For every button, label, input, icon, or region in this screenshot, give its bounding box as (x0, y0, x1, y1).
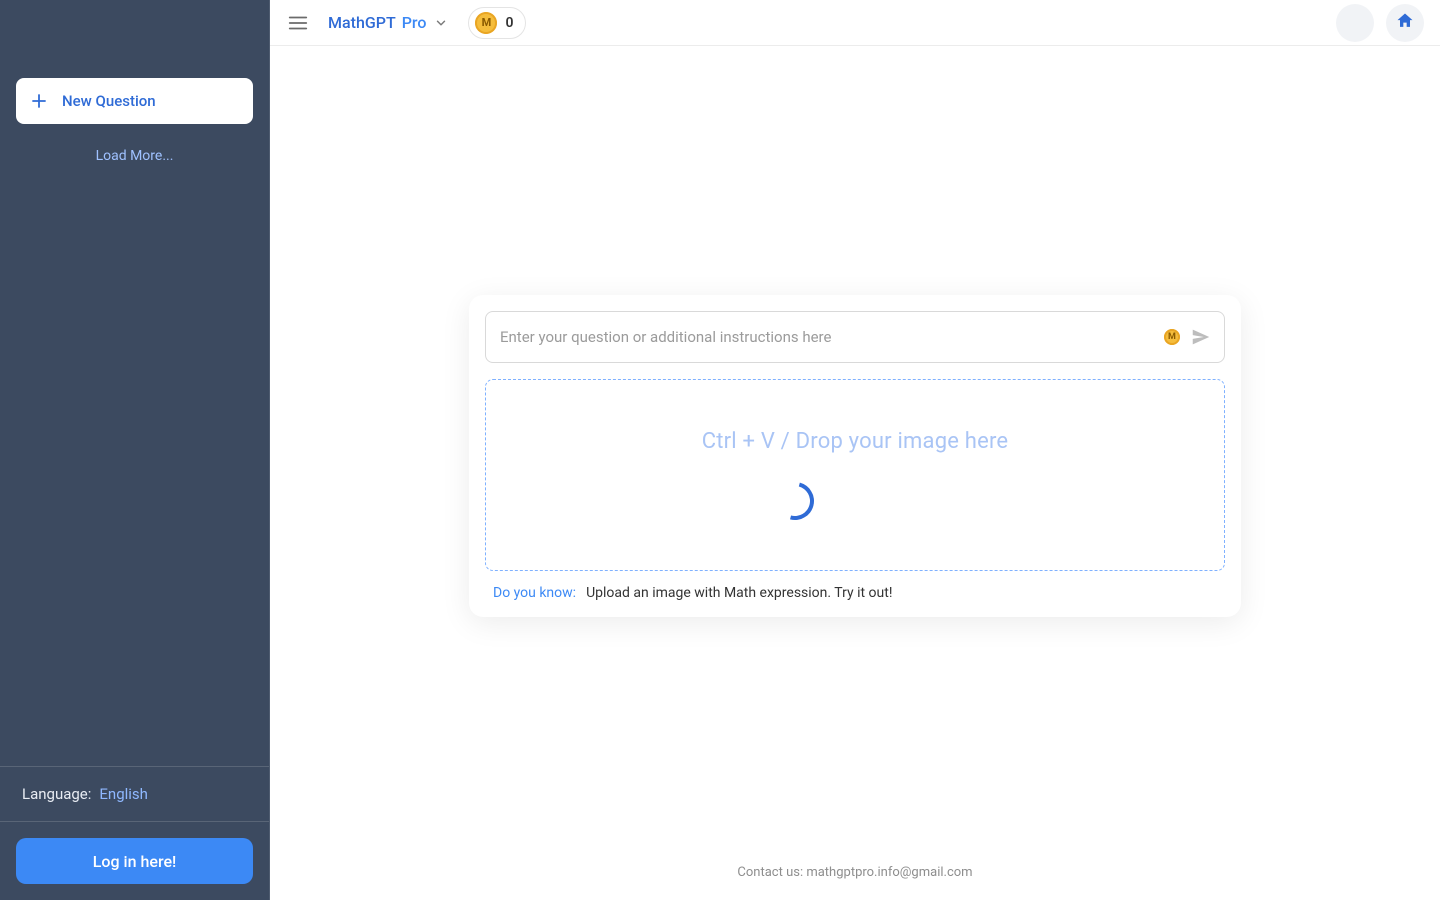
header-right (1336, 4, 1424, 42)
footer: Contact us: mathgptpro.info@gmail.com (270, 865, 1440, 900)
brand-dropdown[interactable]: MathGPT Pro (328, 13, 450, 32)
language-row: Language: English (0, 767, 269, 822)
language-label: Language: (22, 785, 91, 803)
menu-icon[interactable] (286, 11, 310, 35)
login-wrap: Log in here! (0, 822, 269, 900)
send-icon[interactable] (1190, 326, 1212, 348)
coin-icon: M (475, 12, 497, 34)
loading-spinner-icon (769, 475, 821, 527)
login-label: Log in here! (93, 852, 177, 871)
login-button[interactable]: Log in here! (16, 838, 253, 884)
center: M Ctrl + V / Drop your image here Do you… (270, 46, 1440, 865)
load-more-link[interactable]: Load More... (16, 148, 253, 164)
hint-label: Do you know: (493, 585, 576, 601)
image-drop-zone[interactable]: Ctrl + V / Drop your image here (485, 379, 1225, 571)
hint-text: Upload an image with Math expression. Tr… (586, 585, 892, 601)
question-input[interactable] (500, 328, 1154, 346)
sidebar-top: New Question Load More... (0, 0, 269, 766)
main: MathGPT Pro M 0 M (270, 0, 1440, 900)
coin-value: 0 (505, 15, 513, 31)
chevron-down-icon (432, 14, 450, 32)
sidebar-bottom: Language: English Log in here! (0, 766, 269, 900)
input-coin-icon: M (1164, 329, 1180, 345)
question-card: M Ctrl + V / Drop your image here Do you… (469, 295, 1241, 617)
contact-text: Contact us: mathgptpro.info@gmail.com (737, 865, 972, 880)
brand-sub: Pro (402, 13, 427, 32)
new-question-label: New Question (62, 92, 156, 110)
language-value[interactable]: English (99, 785, 148, 803)
header-action-button[interactable] (1336, 4, 1374, 42)
brand-main: MathGPT (328, 13, 396, 32)
new-question-button[interactable]: New Question (16, 78, 253, 124)
hint-row: Do you know: Upload an image with Math e… (485, 585, 1225, 601)
coin-chip[interactable]: M 0 (468, 7, 526, 39)
drop-zone-text: Ctrl + V / Drop your image here (702, 429, 1009, 454)
plus-icon (30, 92, 48, 110)
header: MathGPT Pro M 0 (270, 0, 1440, 46)
home-icon (1395, 11, 1415, 35)
sidebar: New Question Load More... Language: Engl… (0, 0, 270, 900)
home-button[interactable] (1386, 4, 1424, 42)
question-input-box: M (485, 311, 1225, 363)
